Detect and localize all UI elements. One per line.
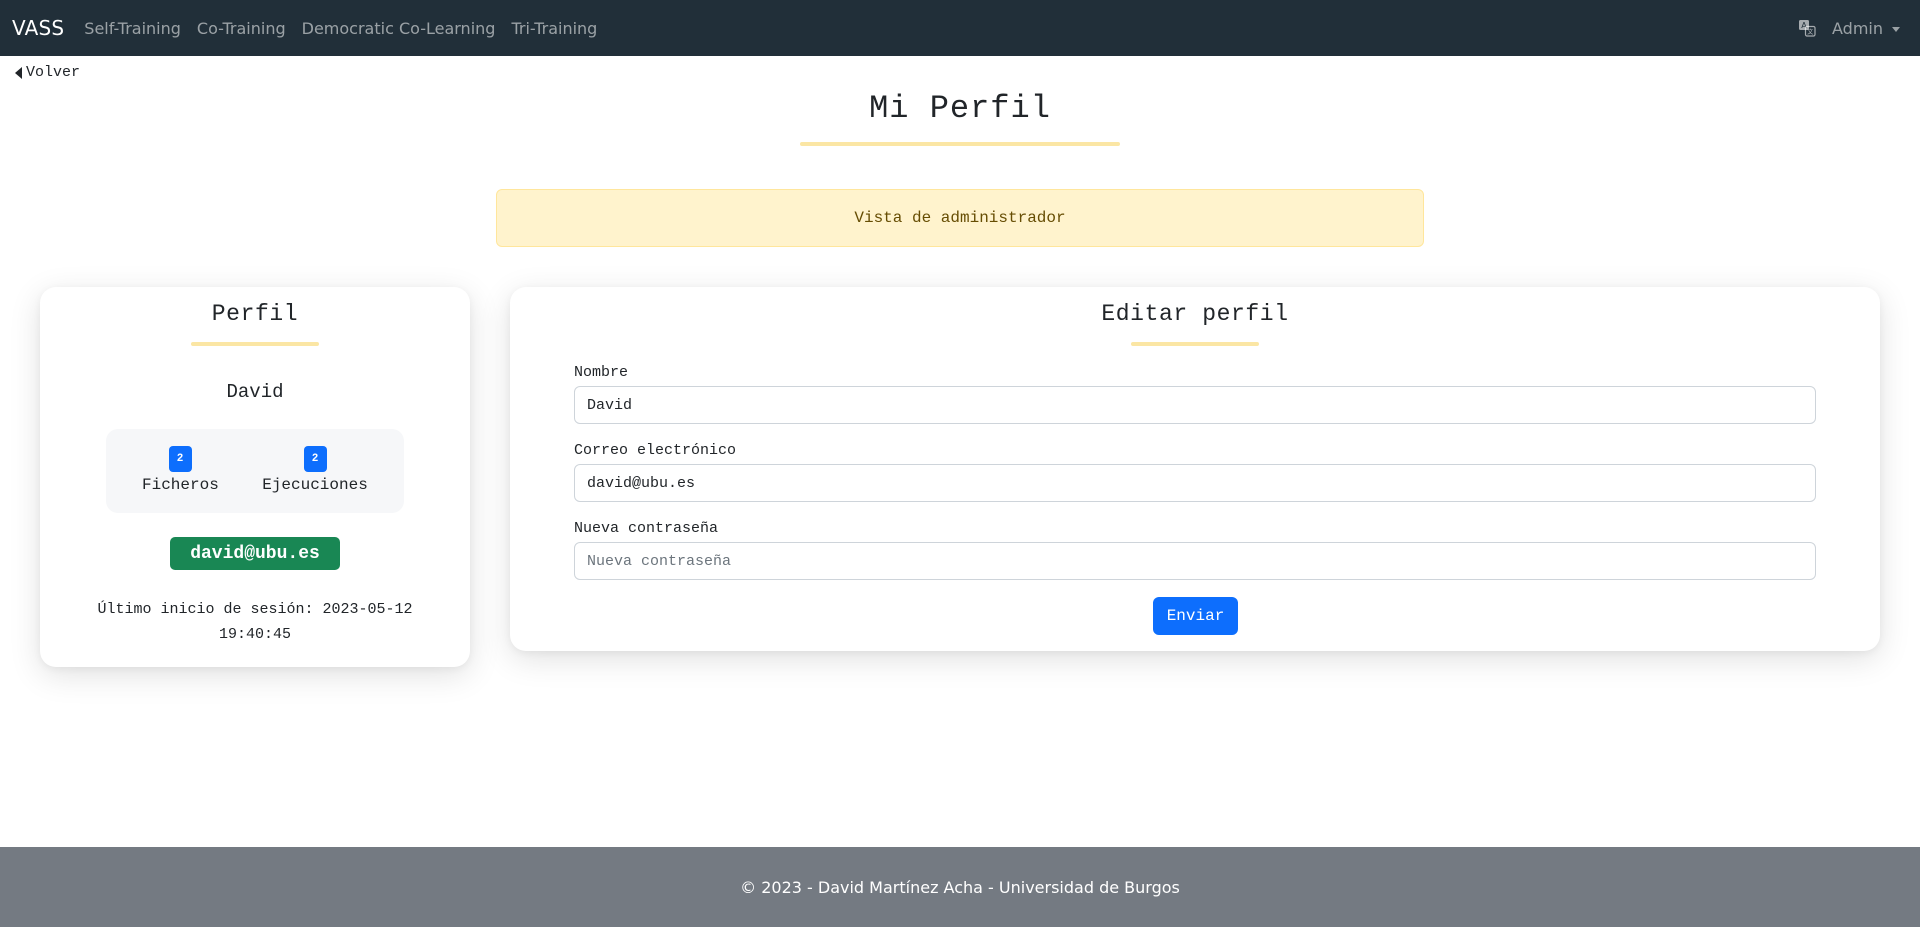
files-label: Ficheros (142, 476, 219, 494)
page-title: Mi Perfil (869, 90, 1051, 127)
name-label: Nombre (574, 364, 629, 381)
user-name: David (226, 381, 284, 403)
caret-left-icon (15, 66, 22, 79)
nav-link-democratic-co-learning[interactable]: Democratic Co-Learning (294, 19, 504, 38)
nav-link-tri-training[interactable]: Tri-Training (503, 19, 605, 38)
executions-label: Ejecuciones (262, 476, 368, 494)
last-login: Último inicio de sesión: 2023-05-12 19:4… (60, 597, 450, 647)
user-menu-toggle[interactable]: Admin (1832, 19, 1900, 38)
email-badge: david@ubu.es (170, 537, 340, 570)
email-label: Correo electrónico (574, 442, 737, 459)
translate-icon[interactable]: A 文 (1798, 19, 1816, 37)
edit-heading-underline (1131, 342, 1259, 346)
title-underline (800, 142, 1120, 146)
edit-profile-card: Editar perfil Nombre Correo electrónico … (510, 287, 1880, 651)
brand-link[interactable]: VASS (12, 16, 64, 40)
profile-card: Perfil David 2 Ficheros 2 Ejecuciones da… (40, 287, 470, 667)
name-form-group: Nombre (574, 364, 1816, 424)
nav-links: Self-Training Co-Training Democratic Co-… (76, 19, 605, 38)
files-count-badge: 2 (168, 446, 192, 472)
password-input[interactable] (574, 542, 1816, 580)
email-form-group: Correo electrónico (574, 442, 1816, 502)
top-navbar: VASS Self-Training Co-Training Democrati… (0, 0, 1920, 56)
alert-text: Vista de administrador (854, 209, 1066, 227)
email-input[interactable] (574, 464, 1816, 502)
profile-heading-underline (191, 342, 319, 346)
password-label: Nueva contraseña (574, 520, 719, 537)
submit-button[interactable]: Enviar (1153, 597, 1238, 635)
back-link[interactable]: Volver (15, 64, 80, 81)
back-label: Volver (26, 64, 81, 81)
stat-executions: 2 Ejecuciones (260, 446, 370, 494)
last-login-label: Último inicio de sesión: (97, 601, 314, 618)
chevron-down-icon (1892, 26, 1900, 32)
name-input[interactable] (574, 386, 1816, 424)
last-login-date: 2023-05-12 (322, 601, 413, 618)
edit-profile-heading: Editar perfil (1101, 301, 1289, 327)
footer-text: © 2023 - David Martínez Acha - Universid… (740, 877, 1180, 897)
last-login-time: 19:40:45 (218, 626, 291, 643)
nav-right: A 文 Admin (1798, 19, 1900, 38)
nav-link-self-training[interactable]: Self-Training (76, 19, 189, 38)
profile-heading: Perfil (211, 301, 299, 327)
user-menu-label: Admin (1832, 18, 1883, 38)
svg-text:文: 文 (1807, 28, 1813, 36)
executions-count-badge: 2 (303, 446, 327, 472)
footer: © 2023 - David Martínez Acha - Universid… (0, 847, 1920, 927)
stat-files: 2 Ficheros (142, 446, 219, 494)
stats-box: 2 Ficheros 2 Ejecuciones (106, 429, 404, 513)
password-form-group: Nueva contraseña (574, 520, 1816, 580)
nav-link-co-training[interactable]: Co-Training (189, 19, 294, 38)
admin-view-alert: Vista de administrador (496, 189, 1424, 247)
